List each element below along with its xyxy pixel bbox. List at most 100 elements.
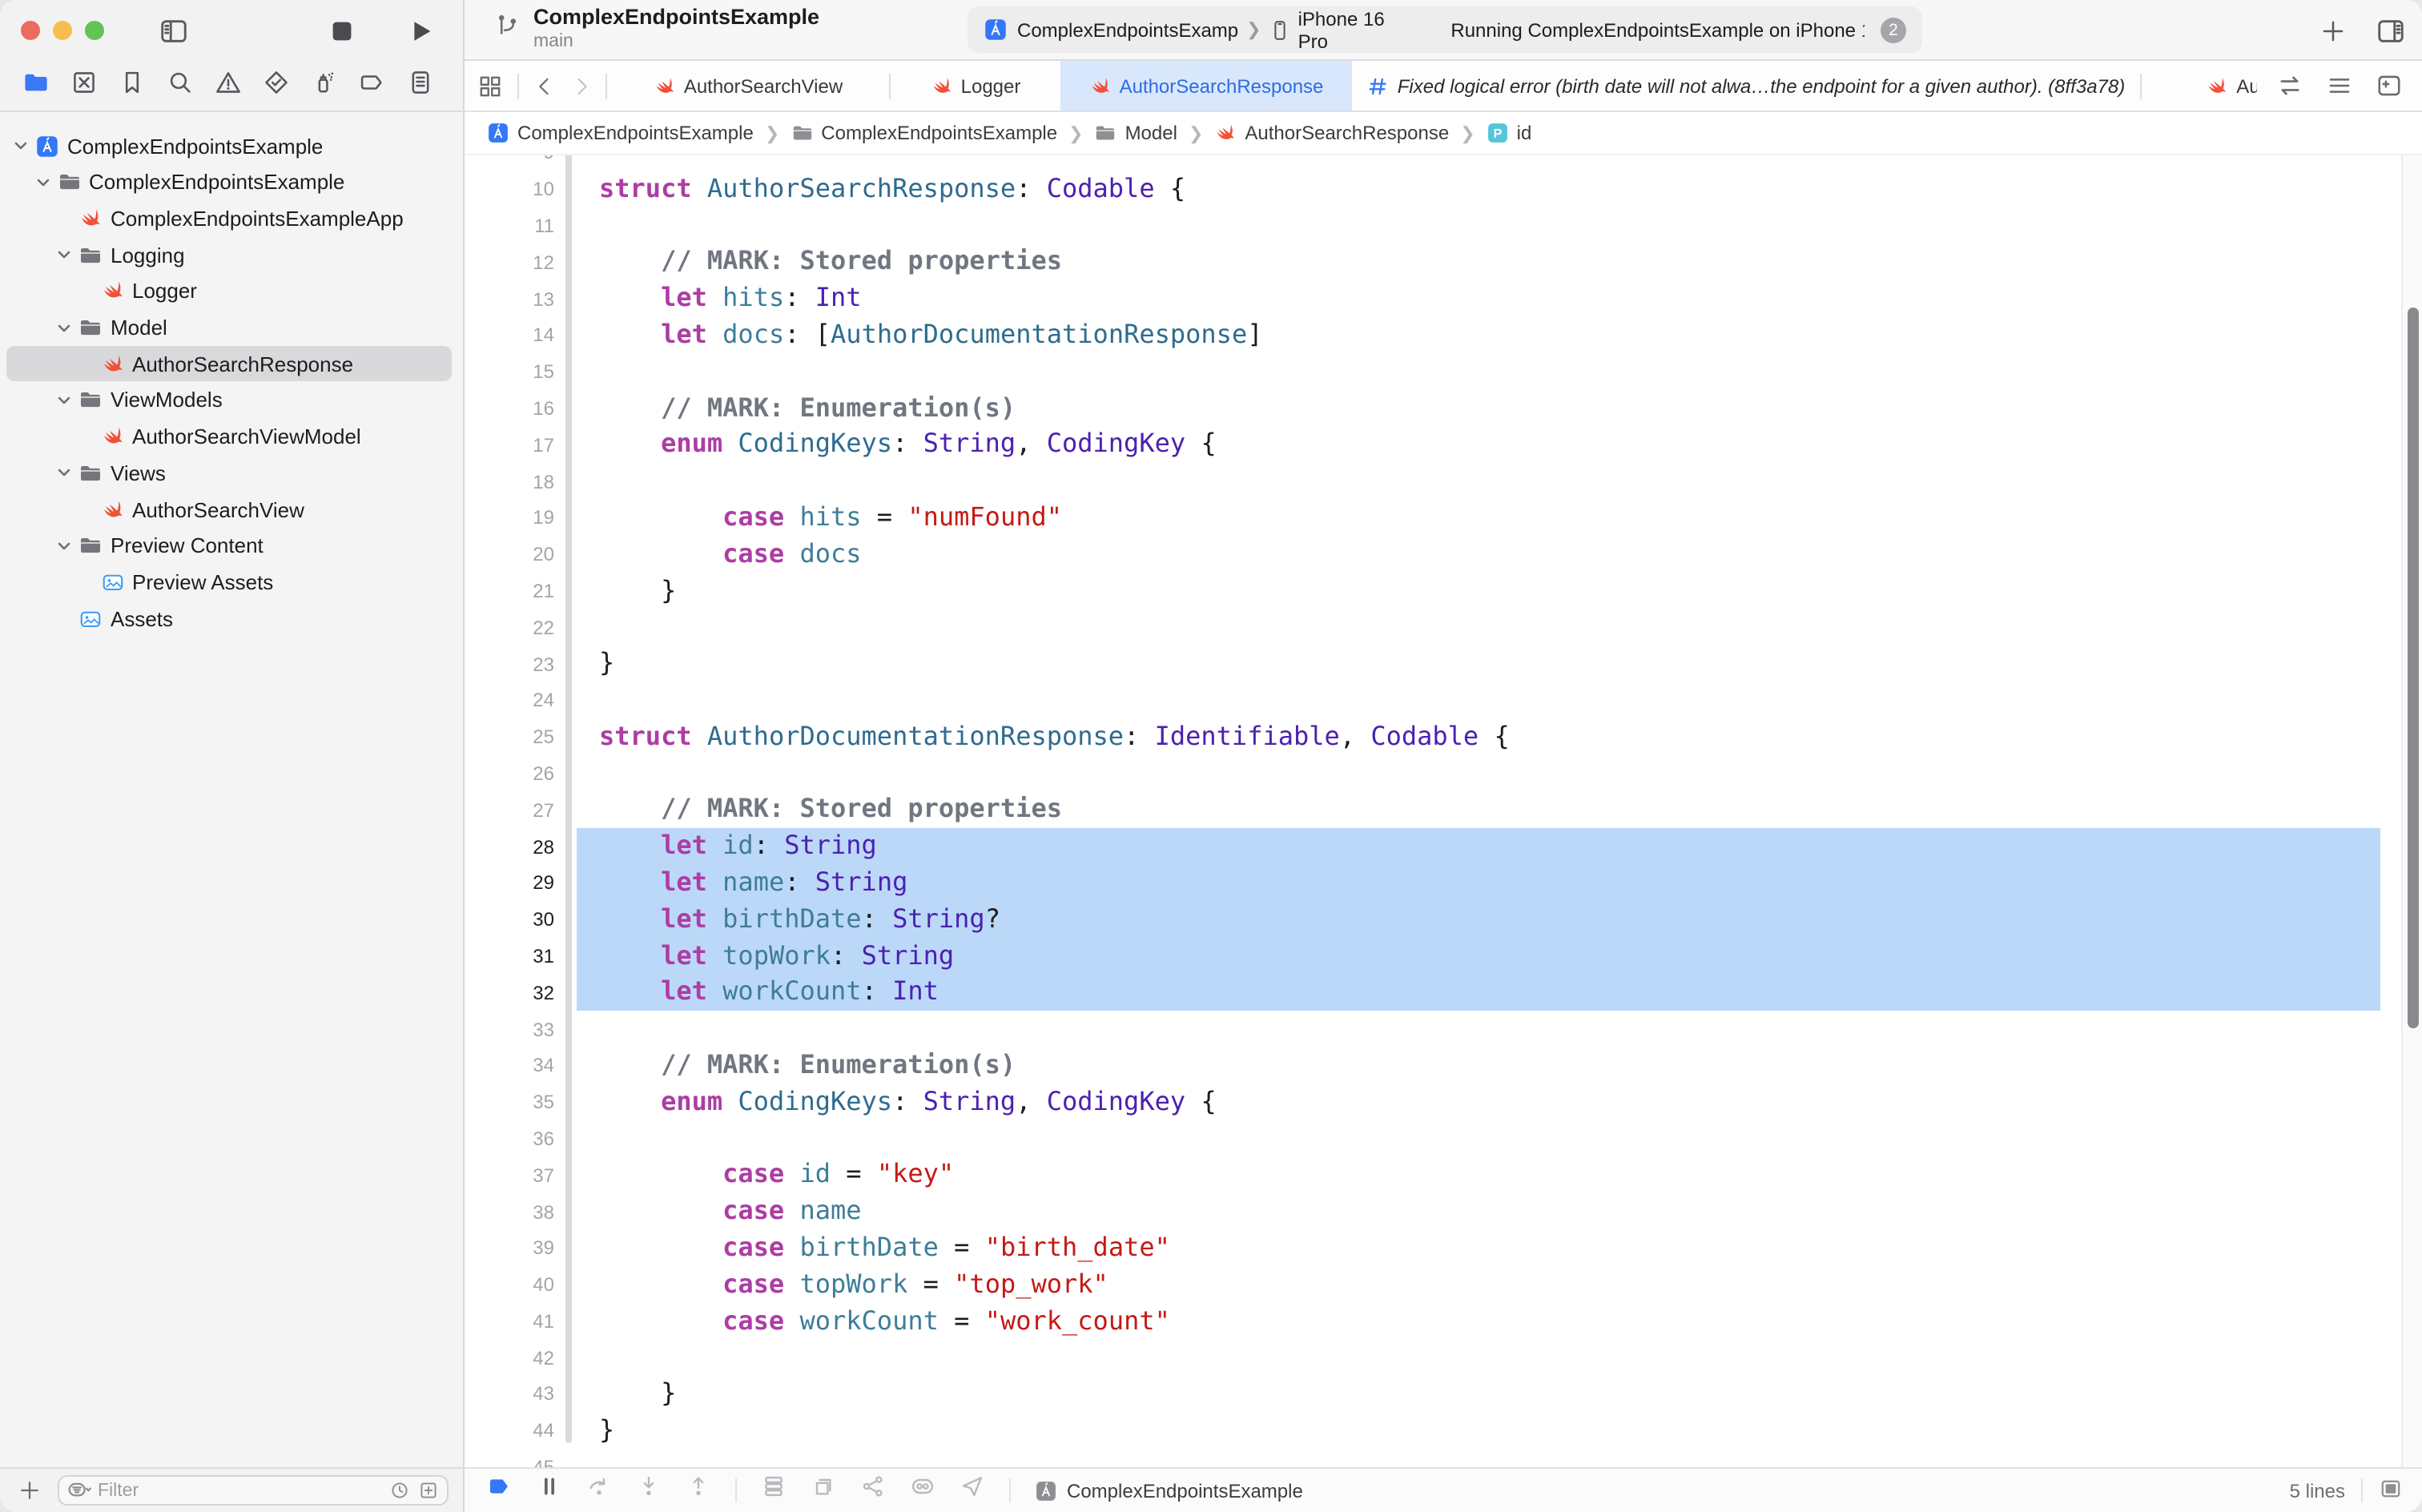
tab-fixed-logical-error-birth-date-will-not-[interactable]: Fixed logical error (birth date will not…	[1352, 61, 2140, 111]
code-line[interactable]: 19 case hits = "numFound"	[465, 500, 2401, 537]
find-navigator-tab[interactable]	[167, 68, 194, 103]
code-line[interactable]: 30 let birthDate: String?	[465, 901, 2401, 938]
run-button[interactable]	[405, 15, 436, 46]
code-review-button[interactable]	[2276, 72, 2303, 99]
report-navigator-tab[interactable]	[407, 68, 434, 103]
add-filter-icon[interactable]	[418, 1480, 439, 1501]
breadcrumb-item-id[interactable]: Pid	[1487, 122, 1532, 144]
source-editor[interactable]: 910struct AuthorSearchResponse: Codable …	[465, 155, 2422, 1467]
code-line[interactable]: 35 enum CodingKeys: String, CodingKey {	[465, 1084, 2401, 1120]
code-line[interactable]: 43 }	[465, 1376, 2401, 1413]
go-back-button[interactable]	[533, 74, 556, 97]
code-line[interactable]: 14 let docs: [AuthorDocumentationRespons…	[465, 317, 2401, 354]
step-over-button[interactable]	[586, 1474, 612, 1507]
scrollbar-thumb[interactable]	[2408, 308, 2419, 1028]
sidebar-item-views[interactable]: Views	[0, 456, 465, 491]
code-line[interactable]: 10struct AuthorSearchResponse: Codable {	[465, 171, 2401, 208]
code-line[interactable]: 18	[465, 463, 2401, 500]
code-line[interactable]: 25struct AuthorDocumentationResponse: Id…	[465, 719, 2401, 756]
code-line[interactable]: 26	[465, 755, 2401, 792]
view-hierarchy-button[interactable]	[761, 1474, 787, 1507]
tab-logger[interactable]: Logger	[891, 61, 1060, 111]
breadcrumb-item-authorsearchresponse[interactable]: AuthorSearchResponse	[1214, 122, 1449, 144]
code-line[interactable]: 36	[465, 1120, 2401, 1157]
sidebar-item-authorsearchresponse[interactable]: AuthorSearchResponse	[0, 346, 465, 381]
code-line[interactable]: 20 case docs	[465, 537, 2401, 573]
breadcrumb-item-complexendpointsexample[interactable]: ComplexEndpointsExample	[791, 122, 1057, 144]
test-navigator-tab[interactable]	[263, 68, 290, 103]
sidebar-item-complexendpointsexampleapp[interactable]: ComplexEndpointsExampleApp	[0, 201, 465, 236]
breakpoint-navigator-tab[interactable]	[359, 68, 386, 103]
library-plus-button[interactable]	[2319, 17, 2347, 44]
code-line[interactable]: 34 // MARK: Enumeration(s)	[465, 1048, 2401, 1084]
environment-overrides-button[interactable]	[910, 1474, 935, 1507]
disclosure-chevron-icon[interactable]	[13, 138, 29, 154]
memory-graph-button[interactable]	[811, 1474, 836, 1507]
add-file-button[interactable]	[18, 1478, 42, 1502]
issue-navigator-tab[interactable]	[215, 68, 242, 103]
code-line[interactable]: 29 let name: String	[465, 865, 2401, 902]
bookmark-navigator-tab[interactable]	[119, 68, 146, 103]
code-line[interactable]: 16 // MARK: Enumeration(s)	[465, 390, 2401, 427]
disclosure-chevron-icon[interactable]	[56, 247, 72, 263]
add-editor-button[interactable]	[2376, 72, 2403, 99]
code-line[interactable]: 11	[465, 207, 2401, 244]
scheme-status-capsule[interactable]: ComplexEndpointsExamp ❯ iPhone 16 Pro Ru…	[968, 6, 1922, 53]
sidebar-item-logging[interactable]: Logging	[0, 237, 465, 272]
recent-files-clock-icon[interactable]	[389, 1480, 410, 1501]
code-line[interactable]: 32 let workCount: Int	[465, 975, 2401, 1011]
toggle-navigator-sidebar-icon[interactable]	[159, 15, 189, 46]
process-graph-button[interactable]	[860, 1474, 886, 1507]
editor-canvas-button[interactable]	[2379, 1476, 2403, 1505]
code-line[interactable]: 15	[465, 354, 2401, 391]
sidebar-item-assets[interactable]: Assets	[0, 601, 465, 636]
sidebar-item-authorsearchviewmodel[interactable]: AuthorSearchViewModel	[0, 419, 465, 454]
code-line[interactable]: 44}	[465, 1413, 2401, 1450]
code-line[interactable]: 24	[465, 682, 2401, 719]
related-items-grid-icon[interactable]	[477, 73, 503, 99]
code-line[interactable]: 23}	[465, 645, 2401, 682]
running-process-menu[interactable]: ComplexEndpointsExample	[1035, 1479, 1303, 1502]
step-into-button[interactable]	[636, 1474, 662, 1507]
code-line[interactable]: 37 case id = "key"	[465, 1157, 2401, 1194]
code-line[interactable]: 33	[465, 1011, 2401, 1048]
code-line[interactable]: 42	[465, 1340, 2401, 1377]
disclosure-chevron-icon[interactable]	[34, 174, 50, 190]
code-line[interactable]: 13 let hits: Int	[465, 280, 2401, 317]
scheme-name[interactable]: ComplexEndpointsExamp	[1017, 18, 1238, 41]
stop-button[interactable]	[327, 15, 357, 46]
breadcrumb-item-model[interactable]: Model	[1095, 122, 1177, 144]
tab-authorsearchview[interactable]: AuthorSearchView	[607, 61, 889, 111]
disclosure-chevron-icon[interactable]	[56, 465, 72, 481]
sidebar-item-preview-content[interactable]: Preview Content	[0, 528, 465, 563]
sidebar-item-preview-assets[interactable]: Preview Assets	[0, 565, 465, 600]
code-line[interactable]: 41 case workCount = "work_count"	[465, 1303, 2401, 1340]
zoom-window-button[interactable]	[85, 21, 104, 40]
project-navigator-tab[interactable]	[22, 68, 50, 103]
close-window-button[interactable]	[21, 21, 40, 40]
tab-authorsearchresponse[interactable]: AuthorSearchResponse	[1060, 61, 1352, 111]
sidebar-item-model[interactable]: Model	[0, 310, 465, 345]
code-line[interactable]: 31 let topWork: String	[465, 938, 2401, 975]
debug-navigator-tab[interactable]	[311, 68, 338, 103]
source-control-navigator-tab[interactable]	[70, 68, 98, 103]
sidebar-item-complexendpointsexample[interactable]: ComplexEndpointsExample	[0, 164, 465, 199]
disclosure-chevron-icon[interactable]	[56, 537, 72, 553]
sidebar-item-logger[interactable]: Logger	[0, 274, 465, 309]
step-out-button[interactable]	[686, 1474, 711, 1507]
filter-field[interactable]: Filter	[58, 1475, 449, 1506]
pause-button[interactable]	[537, 1474, 562, 1507]
sidebar-item-complexendpointsexample[interactable]: ComplexEndpointsExample	[0, 128, 465, 163]
go-forward-button[interactable]	[570, 74, 593, 97]
code-line[interactable]: 27 // MARK: Stored properties	[465, 792, 2401, 829]
simulate-location-button[interactable]	[960, 1474, 985, 1507]
sidebar-item-viewmodels[interactable]: ViewModels	[0, 383, 465, 418]
code-line[interactable]: 9	[465, 155, 2401, 171]
code-line[interactable]: 21 }	[465, 573, 2401, 609]
editor-options-button[interactable]	[2326, 72, 2353, 99]
code-line[interactable]: 38 case name	[465, 1193, 2401, 1230]
issue-count-badge[interactable]: 2	[1881, 17, 1906, 42]
code-line[interactable]: 28 let id: String	[465, 828, 2401, 865]
code-line[interactable]: 39 case birthDate = "birth_date"	[465, 1230, 2401, 1267]
minimize-window-button[interactable]	[53, 21, 72, 40]
